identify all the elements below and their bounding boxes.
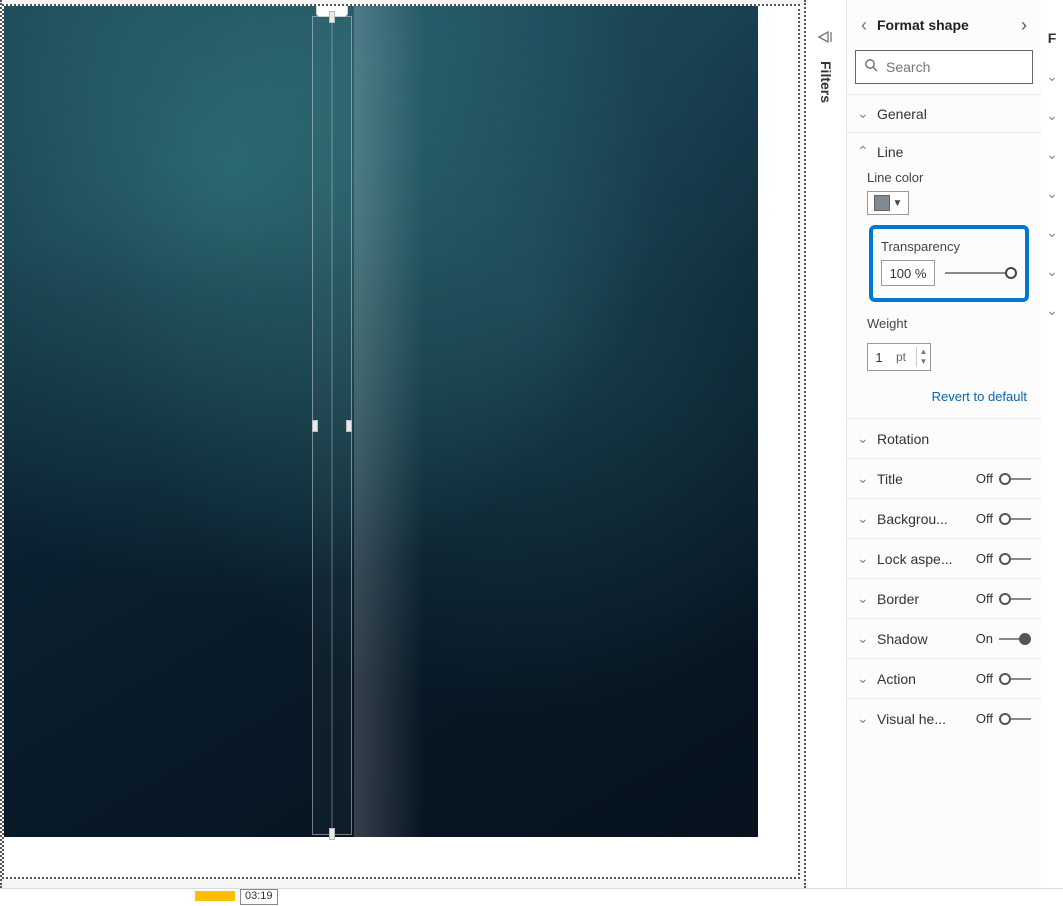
caret-down-icon: ▼: [893, 198, 903, 209]
option-row-visual-he-[interactable]: ⌄ Visual he... Off: [847, 698, 1041, 738]
transparency-value-input[interactable]: 100 %: [881, 260, 935, 286]
toggle-state-label: On: [976, 631, 993, 646]
option-row-backgrou-[interactable]: ⌄ Backgrou... Off: [847, 498, 1041, 538]
weight-input[interactable]: 1 pt ▲ ▼: [867, 343, 931, 371]
option-row-title[interactable]: ⌄ Title Off: [847, 458, 1041, 498]
option-row-lock-aspe-[interactable]: ⌄ Lock aspe... Off: [847, 538, 1041, 578]
filters-rail: Filters: [806, 0, 846, 888]
toggle-switch[interactable]: [999, 473, 1031, 485]
option-label: Rotation: [877, 431, 929, 447]
timeline-segment[interactable]: [195, 891, 235, 901]
option-label: Shadow: [877, 631, 928, 647]
timeline-timestamp[interactable]: 03:19: [240, 889, 278, 905]
revert-to-default-link[interactable]: Revert to default: [867, 389, 1027, 404]
option-label: Backgrou...: [877, 511, 948, 527]
toggle-state-label: Off: [976, 471, 993, 486]
chevron-down-icon: ⌄: [857, 470, 869, 487]
transparency-slider[interactable]: [945, 266, 1017, 280]
chevron-down-icon: ⌄: [857, 510, 869, 527]
line-color-label: Line color: [867, 170, 1031, 185]
option-row-action[interactable]: ⌄ Action Off: [847, 658, 1041, 698]
timeline-bar[interactable]: 03:19: [0, 888, 1063, 906]
search-input[interactable]: [886, 59, 1063, 75]
panel-back-icon[interactable]: ‹: [855, 15, 873, 36]
chevron-down-icon: ⌄: [857, 430, 869, 447]
expand-filters-icon[interactable]: [818, 30, 834, 47]
chevron-down-icon[interactable]: ⌄: [1046, 224, 1058, 241]
option-label: Border: [877, 591, 919, 607]
extra-panel-letter[interactable]: F: [1048, 30, 1057, 46]
toggle-state-label: Off: [976, 711, 993, 726]
selected-shape-line[interactable]: ···: [312, 16, 352, 835]
filters-label[interactable]: Filters: [818, 61, 834, 103]
report-canvas[interactable]: ···: [0, 0, 806, 888]
section-label: General: [877, 106, 927, 122]
spinner-up-icon[interactable]: ▲: [917, 347, 930, 357]
chevron-down-icon: ⌄: [857, 710, 869, 727]
option-row-rotation[interactable]: ⌄ Rotation: [847, 418, 1041, 458]
option-row-shadow[interactable]: ⌄ Shadow On: [847, 618, 1041, 658]
toggle-state-label: Off: [976, 591, 993, 606]
chevron-down-icon: ⌄: [857, 630, 869, 647]
search-icon: [864, 58, 878, 77]
toggle-state-label: Off: [976, 551, 993, 566]
weight-label: Weight: [867, 316, 1031, 331]
weight-value: 1: [868, 350, 890, 365]
chevron-down-icon: ⌄: [857, 550, 869, 567]
resize-handle-mid-right[interactable]: [346, 420, 352, 432]
toggle-switch[interactable]: [999, 633, 1031, 645]
chevron-down-icon[interactable]: ⌄: [1046, 146, 1058, 163]
toggle-switch[interactable]: [999, 673, 1031, 685]
section-general[interactable]: ⌄ General: [847, 94, 1041, 132]
color-swatch: [874, 195, 890, 211]
toggle-state-label: Off: [976, 511, 993, 526]
weight-unit: pt: [890, 350, 916, 364]
slider-knob[interactable]: [1005, 267, 1017, 279]
resize-handle-mid-left[interactable]: [312, 420, 318, 432]
panel-forward-icon[interactable]: ›: [1015, 15, 1033, 36]
toggle-switch[interactable]: [999, 553, 1031, 565]
section-line-header[interactable]: ⌃ Line: [857, 143, 1031, 160]
chevron-down-icon[interactable]: ⌄: [1046, 185, 1058, 202]
page-background-image: [4, 6, 758, 837]
right-collapse-strip: F ⌄ ⌄ ⌄ ⌄ ⌄ ⌄ ⌄: [1041, 0, 1063, 888]
chevron-down-icon: ⌄: [857, 590, 869, 607]
option-label: Lock aspe...: [877, 551, 953, 567]
chevron-down-icon[interactable]: ⌄: [1046, 68, 1058, 85]
resize-handle-bottom[interactable]: [329, 828, 335, 840]
chevron-down-icon[interactable]: ⌄: [1046, 263, 1058, 280]
toggle-switch[interactable]: [999, 593, 1031, 605]
chevron-down-icon[interactable]: ⌄: [1046, 107, 1058, 124]
option-label: Action: [877, 671, 916, 687]
line-shape: [332, 17, 333, 834]
canvas-inner[interactable]: ···: [2, 4, 800, 879]
option-label: Visual he...: [877, 711, 946, 727]
chevron-up-icon: ⌃: [857, 143, 869, 160]
chevron-down-icon: ⌄: [857, 670, 869, 687]
toggle-switch[interactable]: [999, 513, 1031, 525]
chevron-down-icon[interactable]: ⌄: [1046, 302, 1058, 319]
spinner-down-icon[interactable]: ▼: [917, 357, 930, 367]
option-row-border[interactable]: ⌄ Border Off: [847, 578, 1041, 618]
transparency-label: Transparency: [881, 239, 1017, 254]
transparency-highlight: Transparency 100 %: [869, 225, 1029, 302]
search-box[interactable]: [855, 50, 1033, 84]
chevron-down-icon: ⌄: [857, 105, 869, 122]
format-shape-panel: ‹ Format shape › ⌄ General ⌃ Line Line c…: [846, 0, 1041, 888]
line-color-picker[interactable]: ▼: [867, 191, 909, 215]
toggle-state-label: Off: [976, 671, 993, 686]
toggle-switch[interactable]: [999, 713, 1031, 725]
panel-title: Format shape: [873, 17, 1015, 33]
option-label: Title: [877, 471, 903, 487]
section-label: Line: [877, 144, 903, 160]
section-line: ⌃ Line Line color ▼ Transparency 100 %: [847, 132, 1041, 418]
resize-handle-top[interactable]: [329, 11, 335, 23]
